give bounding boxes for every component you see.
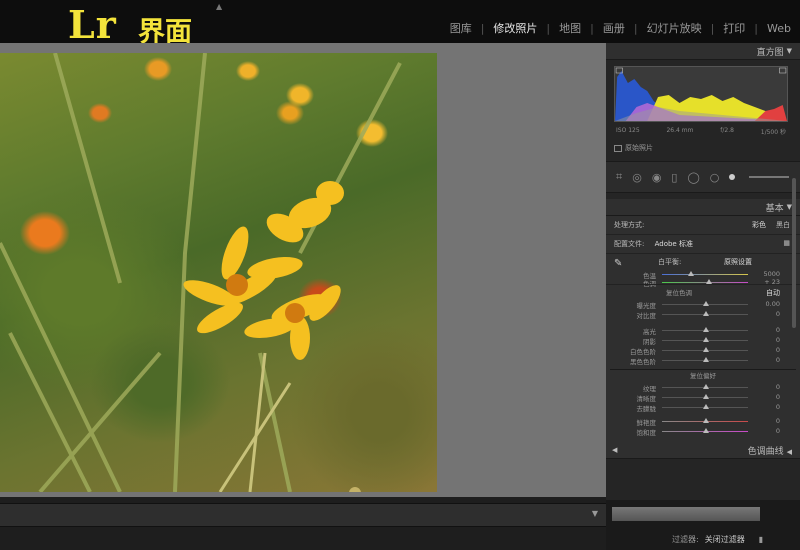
flower-photo xyxy=(0,53,402,492)
module-picker: 图库 | 修改照片 | 地图 | 画册 | 幻灯片放映 | 打印 | Web xyxy=(441,20,800,36)
bottom-right-controls: 过滤器: 关闭过滤器 ▮ xyxy=(606,500,800,550)
profile-select[interactable]: Adobe 标准 xyxy=(655,240,693,248)
module-print[interactable]: 打印 xyxy=(714,20,754,36)
module-library[interactable]: 图库 xyxy=(441,20,481,36)
toolbar-strip: ▼ xyxy=(0,503,606,527)
temp-slider[interactable] xyxy=(662,274,748,275)
basic-panel: 处理方式: 彩色 黑白 配置文件: Adobe 标准 ▦ ✎ 白平衡: 原照设置 … xyxy=(606,216,800,442)
histogram[interactable] xyxy=(614,66,788,122)
white-balance-group: ✎ 白平衡: 原照设置 色温 5000 色调 + 23 xyxy=(606,253,800,288)
collapse-left-triangle-icon[interactable]: ◀ xyxy=(612,446,617,454)
shadows-knob[interactable] xyxy=(703,337,709,342)
tool-strip: ⌗ ◎ ◉ ▯ ◯ ○ xyxy=(606,161,800,193)
crop-icon[interactable]: ⌗ xyxy=(616,170,622,184)
module-develop[interactable]: 修改照片 xyxy=(484,20,546,36)
bottom-toolbar: ▼ xyxy=(0,497,606,550)
exposure-knob[interactable] xyxy=(703,301,709,306)
radial-filter-icon[interactable]: ◯ xyxy=(687,171,699,184)
preview-progress-bar xyxy=(612,507,760,521)
blacks-knob[interactable] xyxy=(703,357,709,362)
histogram-info: ISO 125 26.4 mm f/2.8 1/500 秒 xyxy=(616,127,786,136)
profile-browser-icon[interactable]: ▦ xyxy=(783,239,790,249)
brush-slider[interactable] xyxy=(749,176,790,178)
wb-select[interactable]: 原照设置 xyxy=(724,257,752,267)
brush-slider-knob[interactable] xyxy=(729,174,736,180)
tint-slider[interactable] xyxy=(662,282,748,283)
collapse-top-arrow-icon[interactable]: ▲ xyxy=(216,2,222,11)
saturation-knob[interactable] xyxy=(703,428,709,433)
contrast-knob[interactable] xyxy=(703,311,709,316)
tone-curve-header[interactable]: ◀ 色调曲线 ◀ xyxy=(606,442,800,459)
toolbar-dropdown-icon[interactable]: ▼ xyxy=(592,509,598,518)
filter-select[interactable]: 关闭过滤器 xyxy=(705,534,745,545)
module-book[interactable]: 画册 xyxy=(594,20,634,36)
right-panel: 直方图 ▼ ISO 125 26.4 mm f/2.8 1/500 秒 原始照片 … xyxy=(606,43,800,550)
right-panel-scrollbar[interactable] xyxy=(792,178,796,328)
photo-viewer[interactable] xyxy=(0,43,606,497)
filter-toggle-icon[interactable]: ▮ xyxy=(759,535,763,544)
logo-lr: Lr xyxy=(68,2,117,47)
treatment-color-button[interactable]: 彩色 xyxy=(752,221,766,229)
whites-knob[interactable] xyxy=(703,347,709,352)
highlights-knob[interactable] xyxy=(703,327,709,332)
module-slideshow[interactable]: 幻灯片放映 xyxy=(638,20,711,36)
dehaze-knob[interactable] xyxy=(703,404,709,409)
brush-icon[interactable]: ○ xyxy=(710,171,720,184)
graduated-filter-icon[interactable]: ▯ xyxy=(671,171,677,184)
module-map[interactable]: 地图 xyxy=(550,20,590,36)
original-photo-checkbox[interactable]: 原始照片 xyxy=(614,143,800,153)
filter-bar: 过滤器: 关闭过滤器 ▮ xyxy=(672,534,764,545)
temp-knob[interactable] xyxy=(688,271,694,276)
redeye-icon[interactable]: ◉ xyxy=(652,171,662,184)
checkbox-icon[interactable] xyxy=(614,144,622,152)
top-bar: Lr 界面 ▲ 图库 | 修改照片 | 地图 | 画册 | 幻灯片放映 | 打印 | Web xyxy=(0,0,800,48)
vibrance-knob[interactable] xyxy=(703,418,709,423)
clarity-knob[interactable] xyxy=(703,394,709,399)
photo-image[interactable] xyxy=(0,53,437,492)
auto-tone-button[interactable]: 自动 xyxy=(766,288,780,298)
texture-knob[interactable] xyxy=(703,384,709,389)
basic-header[interactable]: 基本 ▼ xyxy=(606,199,800,216)
spot-removal-icon[interactable]: ◎ xyxy=(632,171,642,184)
histogram-header[interactable]: 直方图 ▼ xyxy=(606,43,800,60)
collapse-triangle-icon[interactable]: ◀ xyxy=(787,448,792,456)
collapse-triangle-icon[interactable]: ▼ xyxy=(787,47,792,55)
eyedropper-icon[interactable]: ✎ xyxy=(614,258,622,269)
module-web[interactable]: Web xyxy=(758,22,800,35)
treatment-bw-button[interactable]: 黑白 xyxy=(776,221,790,229)
